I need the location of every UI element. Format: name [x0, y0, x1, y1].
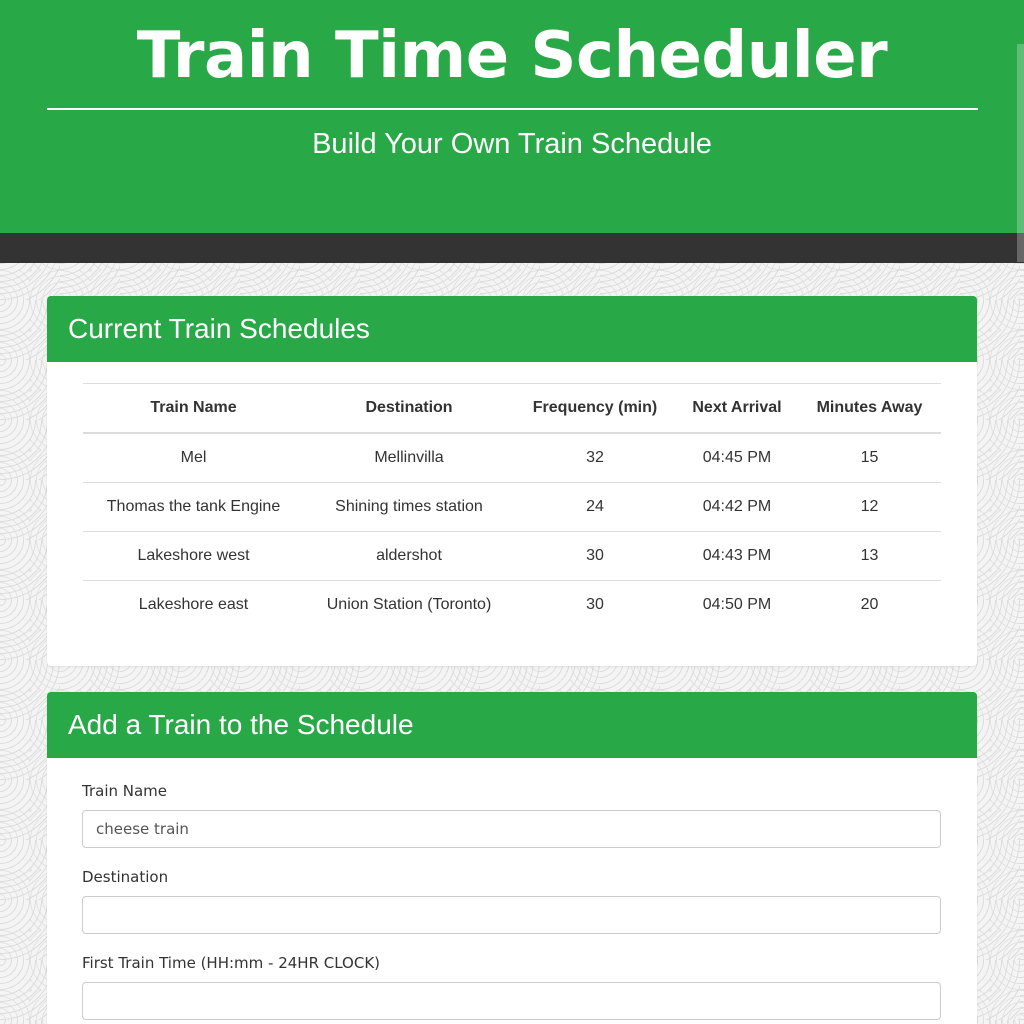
cell-next-arrival: 04:43 PM: [676, 531, 798, 581]
table-header-row: Train Name Destination Frequency (min) N…: [83, 383, 941, 434]
add-train-panel: Add a Train to the Schedule Train Name D…: [47, 692, 977, 1024]
cell-frequency: 30: [586, 596, 604, 613]
train-name-label: Train Name: [82, 782, 168, 800]
cell-destination: Shining times station: [304, 482, 514, 532]
table-row: Mel Mellinvilla 32 04:45 PM 15: [83, 433, 941, 483]
current-schedules-panel: Current Train Schedules Train Name Desti…: [47, 296, 977, 666]
cell-minutes-away: 20: [860, 596, 879, 613]
column-header-frequency: Frequency (min): [514, 383, 676, 434]
cell-minutes-away: 13: [798, 531, 941, 581]
first-train-time-input[interactable]: [82, 982, 941, 1020]
cell-next-arrival: 04:50 PM: [702, 596, 772, 613]
cell-minutes-away: 15: [798, 433, 941, 483]
destination-label: Destination: [82, 868, 169, 886]
cell-destination: Union Station (Toronto): [326, 596, 492, 613]
column-header-next-arrival: Next Arrival: [676, 383, 798, 434]
cell-destination: aldershot: [304, 531, 514, 581]
scrollbar[interactable]: [1017, 44, 1024, 262]
table-row: Lakeshore east Union Station (Toronto) 3…: [83, 581, 941, 630]
column-header-train-name: Train Name: [83, 383, 304, 434]
page-title: Train Time Scheduler: [136, 19, 888, 93]
header-divider: [47, 108, 978, 110]
cell-destination: Mellinvilla: [304, 433, 514, 483]
cell-frequency: 30: [514, 531, 676, 581]
first-train-time-label: First Train Time (HH:mm - 24HR CLOCK): [82, 954, 381, 972]
destination-input[interactable]: [82, 896, 941, 934]
cell-train-name: Lakeshore west: [83, 531, 304, 581]
column-header-destination: Destination: [304, 383, 514, 434]
column-header-minutes-away: Minutes Away: [798, 383, 941, 434]
schedules-panel-heading: Current Train Schedules: [47, 296, 977, 362]
cell-minutes-away: 12: [798, 482, 941, 532]
table-row: Lakeshore west aldershot 30 04:43 PM 13: [83, 531, 941, 581]
page-header: Train Time Scheduler Build Your Own Trai…: [0, 0, 1024, 233]
cell-train-name: Mel: [83, 433, 304, 483]
cell-train-name: Thomas the tank Engine: [83, 482, 304, 532]
cell-next-arrival: 04:45 PM: [676, 433, 798, 483]
cell-frequency: 24: [514, 482, 676, 532]
add-train-panel-heading: Add a Train to the Schedule: [47, 692, 977, 758]
schedule-table: Train Name Destination Frequency (min) N…: [83, 383, 941, 629]
train-name-input[interactable]: [82, 810, 941, 848]
cell-train-name: Lakeshore east: [138, 596, 249, 613]
table-row: Thomas the tank Engine Shining times sta…: [83, 482, 941, 532]
page-subtitle: Build Your Own Train Schedule: [312, 128, 712, 160]
cell-frequency: 32: [514, 433, 676, 483]
cell-next-arrival: 04:42 PM: [676, 482, 798, 532]
header-bottom-bar: [0, 233, 1024, 263]
